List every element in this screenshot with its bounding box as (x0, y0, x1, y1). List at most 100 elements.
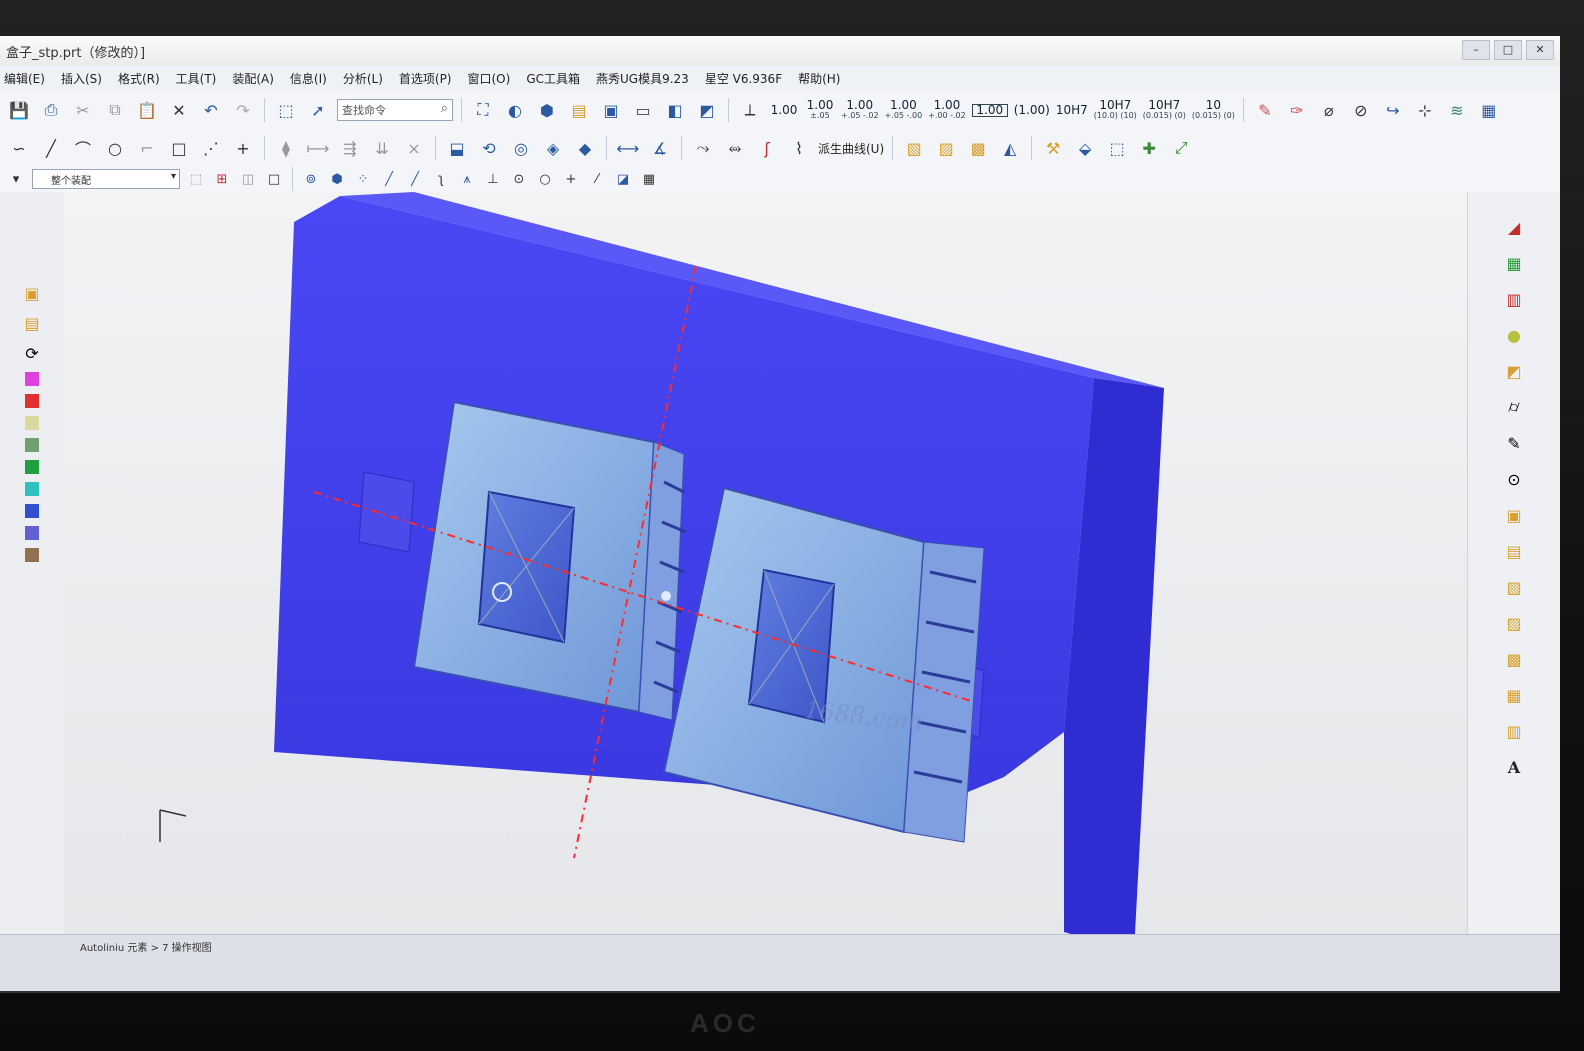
snap-point-icon[interactable]: ⊹ (1412, 97, 1438, 123)
mold-pocket-icon[interactable]: ▥ (1501, 720, 1527, 742)
view-orient-icon[interactable]: ◩ (694, 97, 720, 123)
snap-curve-icon[interactable]: ʅ (431, 169, 451, 189)
color-swatch-blue[interactable] (25, 504, 39, 518)
undo-icon[interactable]: ↶ (198, 97, 224, 123)
join-curve-icon[interactable]: ⥈ (722, 135, 748, 161)
select-all-icon[interactable]: ⬚ (186, 169, 206, 189)
tolerance-style-5[interactable]: 1.00 +.00 -.02 (928, 99, 966, 120)
ejector-pin-icon[interactable]: ⤢ (1168, 135, 1194, 161)
offset-3d-icon[interactable]: ʃ (754, 135, 780, 161)
block-icon[interactable]: ▧ (901, 135, 927, 161)
tolerance-style-fit[interactable]: 10H7 (1056, 104, 1088, 116)
layer-icon[interactable]: ▤ (566, 97, 592, 123)
section-icon[interactable]: ◧ (662, 97, 688, 123)
trim-icon[interactable]: ⧫ (273, 135, 299, 161)
tolerance-style-basic[interactable]: 1.00 (971, 103, 1008, 117)
cut-icon[interactable]: ✂ (70, 97, 96, 123)
redo-icon[interactable]: ↷ (230, 97, 256, 123)
color-swatch-violet[interactable] (25, 526, 39, 540)
mold-insert-icon[interactable]: ▣ (1501, 504, 1527, 526)
print-icon[interactable]: ⎙ (38, 97, 64, 123)
project-curve-icon[interactable]: ⇊ (369, 135, 395, 161)
close-button[interactable]: ✕ (1526, 40, 1554, 60)
snap-end-icon[interactable]: ⊚ (301, 169, 321, 189)
snap-existing-icon[interactable]: ⩚ (457, 169, 477, 189)
tolerance-style-dev[interactable]: 10 (0.015) (0) (1192, 99, 1235, 120)
part-navigator-icon[interactable]: ▤ (19, 312, 45, 334)
mold-cooling-icon[interactable]: ▨ (1501, 612, 1527, 634)
sphere-icon[interactable]: ● (1501, 324, 1527, 346)
mold-wizard-icon[interactable]: ⚒ (1040, 135, 1066, 161)
snap-surface-icon[interactable]: ◪ (613, 169, 633, 189)
menu-assembly[interactable]: 装配(A) (232, 70, 274, 87)
menu-insert[interactable]: 插入(S) (61, 70, 102, 87)
graphics-viewport[interactable]: 1688.com (64, 192, 1468, 939)
mold-lifter-icon[interactable]: ▧ (1501, 576, 1527, 598)
command-search-input[interactable]: 查找命令 ⌕ (337, 99, 453, 121)
minimize-button[interactable]: – (1462, 40, 1490, 60)
revolve-icon[interactable]: ⟲ (476, 135, 502, 161)
tolerance-style-fit-dev[interactable]: 10H7 (0.015) (0) (1143, 99, 1186, 120)
tolerance-style-reference[interactable]: (1.00) (1014, 104, 1050, 116)
standard-part-icon[interactable]: ✚ (1136, 135, 1162, 161)
face-analysis-icon[interactable]: ▦ (1501, 252, 1527, 274)
tolerance-style-4[interactable]: 1.00 +.05 -.00 (885, 99, 923, 120)
snap-tangent-icon[interactable]: ╱ (405, 169, 425, 189)
shaded-view-icon[interactable]: ◐ (502, 97, 528, 123)
menu-dropdown-icon[interactable]: ▾ (6, 169, 26, 189)
diameter-2-icon[interactable]: ⊘ (1348, 97, 1374, 123)
copy-icon[interactable]: ⧉ (102, 97, 128, 123)
diameter-icon[interactable]: ⌀ (1316, 97, 1342, 123)
polyline-icon[interactable]: ⋰ (198, 135, 224, 161)
mold-runner-icon[interactable]: ▦ (1501, 684, 1527, 706)
hole-icon[interactable]: ◎ (508, 135, 534, 161)
snap-on-curve-icon[interactable]: ⁄ (587, 169, 607, 189)
surface-analysis-icon[interactable]: ◢ (1501, 216, 1527, 238)
select-icon[interactable]: ⬚ (273, 97, 299, 123)
offset-curve-icon[interactable]: ⇶ (337, 135, 363, 161)
snap-control-icon[interactable]: ⁘ (353, 169, 373, 189)
menu-edit[interactable]: 编辑(E) (4, 70, 45, 87)
tolerance-style-3[interactable]: 1.00 +.05 -.02 (841, 99, 879, 120)
snap-quadrant-icon[interactable]: ○ (535, 169, 555, 189)
edit-object-icon[interactable]: ✎ (1501, 432, 1527, 454)
snap-intersect-icon[interactable]: ╱ (379, 169, 399, 189)
snap-center-icon[interactable]: ⊙ (509, 169, 529, 189)
color-swatch-sage[interactable] (25, 438, 39, 452)
mold-electrode-icon[interactable]: ▩ (1501, 648, 1527, 670)
tolerance-style-2[interactable]: 1.00 ±.05 (805, 99, 835, 120)
history-icon[interactable]: ⟳ (19, 342, 45, 364)
fillet-curve-icon[interactable]: ⌐ (134, 135, 160, 161)
intersect-curve-icon[interactable]: ⨯ (401, 135, 427, 161)
mold-base-icon[interactable]: ⬙ (1072, 135, 1098, 161)
circle-icon[interactable]: ○ (102, 135, 128, 161)
select-face-icon[interactable]: ◫ (238, 169, 258, 189)
color-swatch-brown[interactable] (25, 548, 39, 562)
color-swatch-red[interactable] (25, 394, 39, 408)
assembly-navigator-icon[interactable]: ▣ (19, 282, 45, 304)
color-swatch-magenta[interactable] (25, 372, 39, 386)
extrude-icon[interactable]: ⬓ (444, 135, 470, 161)
arrow-icon[interactable]: ↪ (1380, 97, 1406, 123)
color-swatch-green[interactable] (25, 460, 39, 474)
boolean-icon[interactable]: ◈ (540, 135, 566, 161)
menu-info[interactable]: 信息(I) (290, 70, 327, 87)
thicken-icon[interactable]: ▩ (965, 135, 991, 161)
text-icon[interactable]: A (1501, 756, 1527, 778)
snap-mid-icon[interactable]: ⬢ (327, 169, 347, 189)
dimension-icon[interactable]: ⟂ (737, 97, 763, 123)
maximize-button[interactable]: □ (1494, 40, 1522, 60)
point-set-icon[interactable]: ⊙ (1501, 468, 1527, 490)
wrap-curve-icon[interactable]: ⌇ (786, 135, 812, 161)
measure-angle-icon[interactable]: ∡ (647, 135, 673, 161)
blend-icon[interactable]: ◆ (572, 135, 598, 161)
menu-window[interactable]: 窗口(O) (468, 70, 511, 87)
menu-tools[interactable]: 工具(T) (176, 70, 217, 87)
tolerance-style-fit-limits[interactable]: 10H7 (10.0) (10) (1094, 99, 1137, 120)
menu-xingkong[interactable]: 星空 V6.936F (705, 70, 782, 87)
cylinder-icon[interactable]: ⌭ (1501, 396, 1527, 418)
menu-help[interactable]: 帮助(H) (798, 70, 840, 87)
mold-slider-icon[interactable]: ▤ (1501, 540, 1527, 562)
background-icon[interactable]: ▭ (630, 97, 656, 123)
arc-icon[interactable]: ⌒ (70, 135, 96, 161)
